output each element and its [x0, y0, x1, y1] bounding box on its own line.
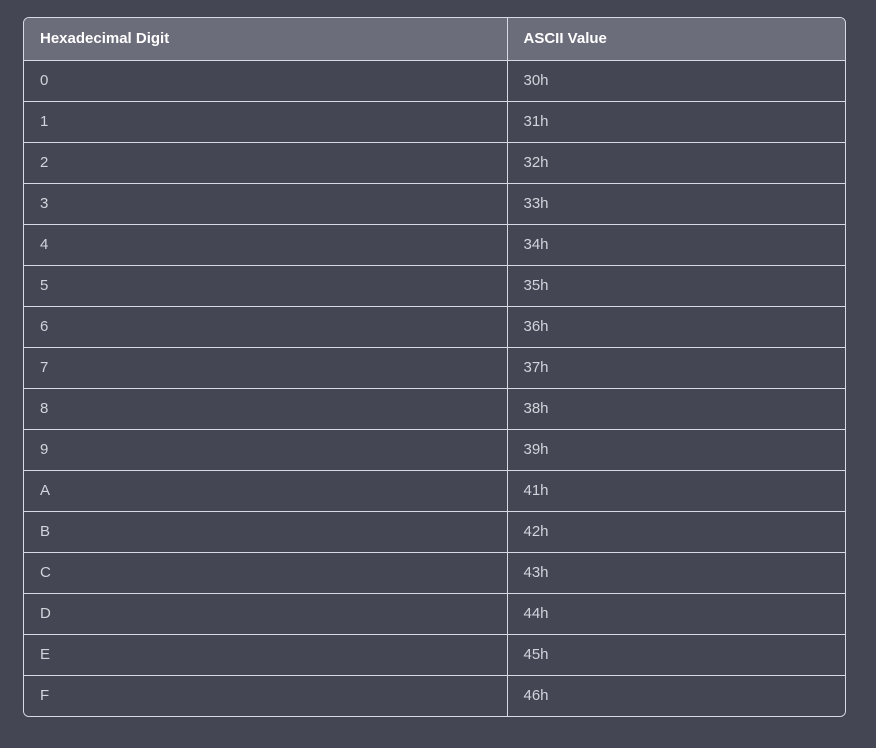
ascii-value-cell: 37h: [507, 347, 845, 389]
ascii-value-cell: 44h: [507, 593, 845, 635]
table-row: B 42h: [24, 511, 845, 553]
table-body: 0 30h 1 31h 2 32h 3 33h 4 34h 5 35h 6 36h 7 37h 8 38h 9 39h…: [24, 60, 845, 716]
table-row: 1 31h: [24, 101, 845, 143]
table-row: D 44h: [24, 593, 845, 635]
table-row: 8 38h: [24, 388, 845, 430]
table-row: C 43h: [24, 552, 845, 594]
hex-digit-cell: 1: [24, 101, 508, 143]
hex-digit-cell: 3: [24, 183, 508, 225]
ascii-value-cell: 42h: [507, 511, 845, 553]
ascii-value-cell: 36h: [507, 306, 845, 348]
table-row: 0 30h: [24, 60, 845, 102]
hex-digit-cell: D: [24, 593, 508, 635]
hex-ascii-table: Hexadecimal Digit ASCII Value 0 30h 1 31h 2 3…: [24, 18, 845, 716]
hex-digit-cell: 4: [24, 224, 508, 266]
hex-digit-cell: A: [24, 470, 508, 512]
ascii-value-cell: 39h: [507, 429, 845, 471]
table-row: A 41h: [24, 470, 845, 512]
ascii-value-cell: 32h: [507, 142, 845, 184]
header-row: Hexadecimal Digit ASCII Value: [24, 18, 845, 61]
table-row: 2 32h: [24, 142, 845, 184]
table-row: 3 33h: [24, 183, 845, 225]
ascii-value-cell: 45h: [507, 634, 845, 676]
table-row: 5 35h: [24, 265, 845, 307]
table-row: E 45h: [24, 634, 845, 676]
table-row: 9 39h: [24, 429, 845, 471]
hex-digit-cell: 0: [24, 60, 508, 102]
hex-digit-cell: 5: [24, 265, 508, 307]
ascii-value-cell: 41h: [507, 470, 845, 512]
table-row: 6 36h: [24, 306, 845, 348]
table-container: Hexadecimal Digit ASCII Value 0 30h 1 31h 2 3…: [23, 17, 846, 717]
hex-digit-cell: 6: [24, 306, 508, 348]
ascii-value-cell: 33h: [507, 183, 845, 225]
hex-digit-cell: C: [24, 552, 508, 594]
hex-digit-cell: F: [24, 675, 508, 716]
ascii-value-cell: 35h: [507, 265, 845, 307]
hex-digit-cell: E: [24, 634, 508, 676]
table-row: 7 37h: [24, 347, 845, 389]
ascii-value-cell: 31h: [507, 101, 845, 143]
ascii-value-cell: 30h: [507, 60, 845, 102]
hex-digit-cell: 9: [24, 429, 508, 471]
hex-digit-cell: 8: [24, 388, 508, 430]
ascii-value-cell: 38h: [507, 388, 845, 430]
column-header-ascii-value: ASCII Value: [507, 18, 845, 61]
hex-digit-cell: 2: [24, 142, 508, 184]
hex-digit-cell: 7: [24, 347, 508, 389]
hex-digit-cell: B: [24, 511, 508, 553]
table-row: 4 34h: [24, 224, 845, 266]
column-header-hex-digit: Hexadecimal Digit: [24, 18, 508, 61]
ascii-value-cell: 43h: [507, 552, 845, 594]
ascii-value-cell: 34h: [507, 224, 845, 266]
table-header: Hexadecimal Digit ASCII Value: [24, 18, 845, 61]
ascii-value-cell: 46h: [507, 675, 845, 716]
table-row: F 46h: [24, 675, 845, 716]
